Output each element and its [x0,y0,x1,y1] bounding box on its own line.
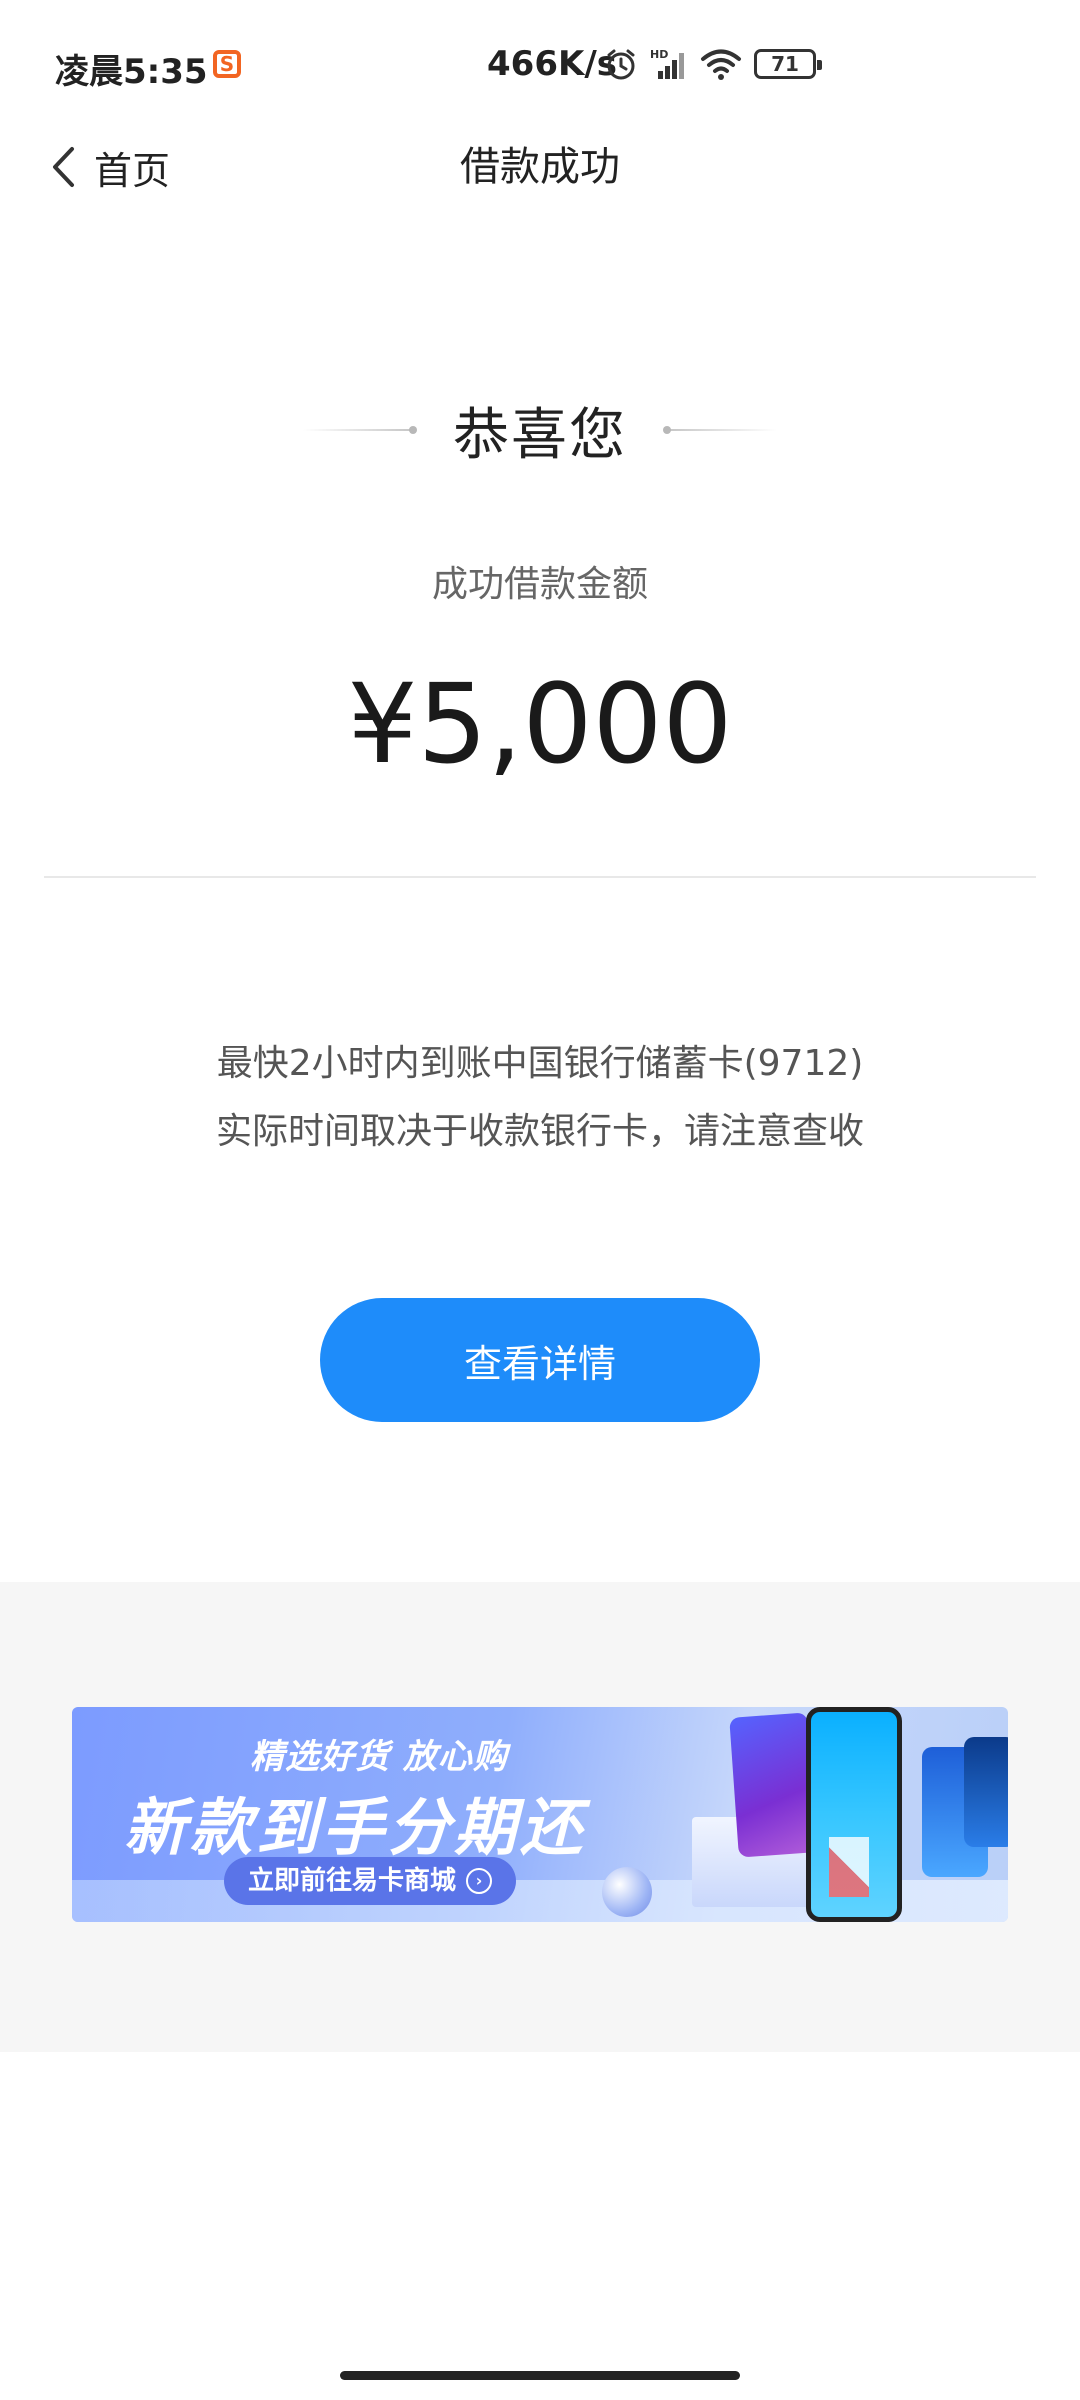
mall-promo-banner[interactable]: 精选好货 放心购 新款到手分期还 立即前往易卡商城 › [72,1707,1008,1922]
phone-graphic [806,1707,902,1922]
arrival-info: 最快2小时内到账中国银行储蓄卡(9712) 实际时间取决于收款银行卡，请注意查收 [0,1030,1080,1166]
wifi-icon [701,49,741,80]
congrats-text: 恭喜您 [453,402,627,468]
congrats-heading: 恭喜您 [0,390,1080,470]
phone-graphic [964,1737,1008,1847]
status-icons: HD 71 [604,44,822,84]
banner-headline: 新款到手分期还 [124,1791,587,1864]
decorative-line-left [303,426,417,434]
arrow-right-circle-icon: › [466,1868,493,1894]
amount-label: 成功借款金额 [431,564,648,605]
back-button[interactable]: 首页 [50,135,260,199]
app-notification-icon: S [213,50,241,78]
back-label: 首页 [94,148,171,193]
banner-subtitle: 精选好货 放心购 [250,1737,508,1777]
status-bar: 凌晨5:35 S 466K/s HD 71 [0,0,1080,130]
decorative-line-right [663,426,777,434]
battery-icon: 71 [754,49,822,79]
loan-amount: ¥5,000 [347,660,733,788]
home-indicator[interactable] [340,2371,740,2380]
hd-signal-icon: HD [650,48,684,79]
phone-graphic [729,1712,817,1858]
network-speed: 466K/s [487,44,617,84]
divider [44,876,1036,878]
banner-cta[interactable]: 立即前往易卡商城 › [224,1857,517,1905]
view-details-button[interactable]: 查看详情 [320,1298,760,1422]
svg-text:HD: HD [650,48,668,61]
promo-area: 精选好货 放心购 新款到手分期还 立即前往易卡商城 › [0,1582,1080,2052]
chevron-left-icon [53,147,74,187]
arrival-info-line2: 实际时间取决于收款银行卡，请注意查收 [215,1111,864,1152]
arrival-info-line1: 最快2小时内到账中国银行储蓄卡(9712) [216,1043,864,1084]
alarm-icon [607,49,635,80]
loan-success-screen: 凌晨5:35 S 466K/s HD 71 借款成功 首页 恭喜您 成功借款金额… [0,0,1080,2400]
banner-cta-label: 立即前往易卡商城 [248,1866,457,1896]
status-time: 凌晨5:35 [55,52,208,92]
banner-sphere-graphic [602,1867,652,1917]
